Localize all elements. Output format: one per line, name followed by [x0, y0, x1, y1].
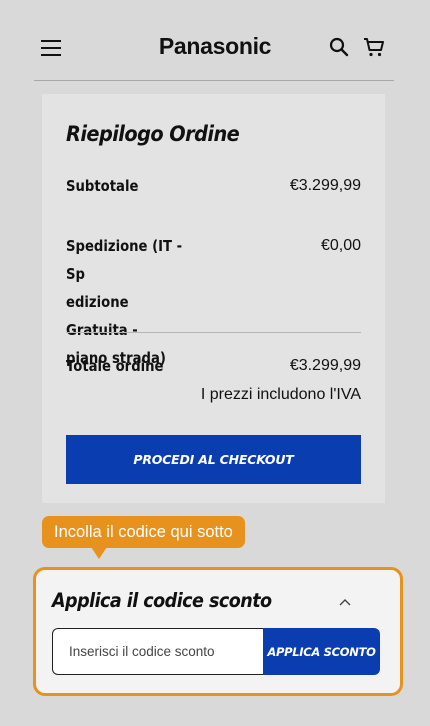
shipping-label: Spedizione (IT - Sp edizione Gratuita - … — [66, 237, 183, 367]
shipping-value: €0,00 — [320, 237, 361, 254]
paste-code-tooltip: Incolla il codice qui sotto — [42, 516, 245, 548]
summary-divider — [66, 332, 361, 333]
apply-discount-button[interactable]: APPLICA SCONTO — [263, 628, 380, 675]
cart-icon[interactable] — [363, 36, 385, 58]
total-value: €3.299,99 — [289, 357, 361, 374]
checkout-button[interactable]: PROCEDI AL CHECKOUT — [66, 435, 361, 484]
discount-code-input[interactable] — [52, 628, 264, 675]
discount-code-panel: Applica il codice sconto APPLICA SCONTO — [33, 567, 403, 696]
vat-note: I prezzi includono l'IVA — [200, 386, 361, 403]
search-icon[interactable] — [329, 37, 349, 57]
order-summary-title: Riepilogo Ordine — [66, 122, 240, 146]
site-header: Panasonic — [0, 0, 430, 80]
subtotal-value: €3.299,99 — [289, 177, 361, 194]
total-label: Totale ordine — [66, 357, 164, 375]
header-divider — [34, 80, 394, 81]
tooltip-arrow — [91, 547, 107, 559]
subtotal-label: Subtotale — [66, 177, 139, 195]
discount-code-title[interactable]: Applica il codice sconto — [52, 589, 272, 612]
chevron-up-icon[interactable] — [339, 598, 351, 606]
order-summary: Riepilogo Ordine Subtotale €3.299,99 Spe… — [42, 94, 385, 503]
